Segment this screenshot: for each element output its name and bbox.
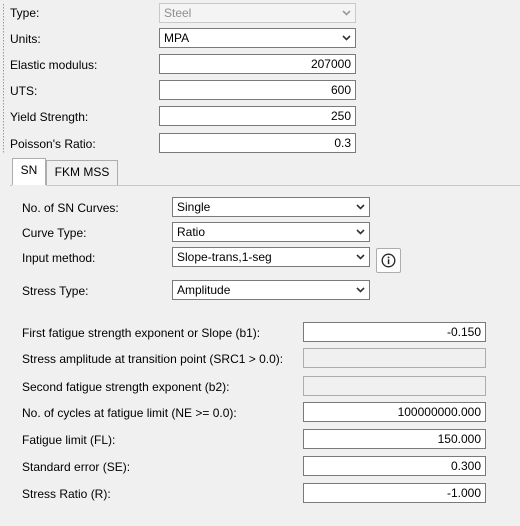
elastic-modulus-label: Elastic modulus: xyxy=(10,58,98,72)
fatigue-limit-input[interactable]: 150.000 xyxy=(303,429,486,449)
uts-input[interactable]: 600 xyxy=(159,80,356,100)
type-select[interactable]: Steel xyxy=(159,3,356,23)
sn-curves-label: No. of SN Curves: xyxy=(22,201,119,215)
type-value: Steel xyxy=(164,6,192,20)
stress-ratio-input[interactable]: -1.000 xyxy=(303,483,486,503)
chevron-down-icon[interactable] xyxy=(353,224,368,240)
src1-label: Stress amplitude at transition point (SR… xyxy=(22,352,284,366)
sn-curves-select[interactable]: Single xyxy=(172,197,370,217)
units-label: Units: xyxy=(10,32,41,46)
sn-curves-value: Single xyxy=(177,200,211,214)
tab-sn[interactable]: SN xyxy=(12,158,46,185)
ne-input[interactable]: 100000000.000 xyxy=(303,402,486,422)
poissons-ratio-input[interactable]: 0.3 xyxy=(159,133,356,153)
fatigue-limit-label: Fatigue limit (FL): xyxy=(22,433,116,447)
b2-input[interactable] xyxy=(303,376,486,396)
ne-label: No. of cycles at fatigue limit (NE >= 0.… xyxy=(22,406,237,420)
curve-type-value: Ratio xyxy=(177,225,206,239)
tab-fkm-mss[interactable]: FKM MSS xyxy=(46,160,118,185)
units-value: MPA xyxy=(164,31,190,45)
stress-ratio-label: Stress Ratio (R): xyxy=(22,487,111,501)
stress-type-select[interactable]: Amplitude xyxy=(172,280,370,300)
yield-strength-input[interactable]: 250 xyxy=(159,106,356,126)
b2-label: Second fatigue strength exponent (b2): xyxy=(22,380,230,394)
standard-error-label: Standard error (SE): xyxy=(22,460,131,474)
chevron-down-icon[interactable] xyxy=(353,249,368,265)
chevron-down-icon[interactable] xyxy=(353,199,368,215)
tab-fkm-mss-label: FKM MSS xyxy=(54,165,110,179)
input-method-value: Slope-trans,1-seg xyxy=(177,250,272,264)
b1-label: First fatigue strength exponent or Slope… xyxy=(22,326,261,340)
uts-label: UTS: xyxy=(10,84,38,98)
curve-type-select[interactable]: Ratio xyxy=(172,222,370,242)
standard-error-input[interactable]: 0.300 xyxy=(303,456,486,476)
input-method-select[interactable]: Slope-trans,1-seg xyxy=(172,247,370,267)
stress-type-label: Stress Type: xyxy=(22,284,89,298)
curve-type-label: Curve Type: xyxy=(22,226,87,240)
type-label: Type: xyxy=(10,6,40,20)
yield-strength-label: Yield Strength: xyxy=(10,110,89,124)
tree-guide-line xyxy=(3,4,4,154)
chevron-down-icon[interactable] xyxy=(339,5,354,21)
chevron-down-icon[interactable] xyxy=(353,282,368,298)
units-select[interactable]: MPA xyxy=(159,28,356,48)
info-icon xyxy=(381,253,396,268)
b1-input[interactable]: -0.150 xyxy=(303,322,486,342)
tab-sn-label: SN xyxy=(20,163,38,177)
poissons-ratio-label: Poisson's Ratio: xyxy=(10,137,96,151)
chevron-down-icon[interactable] xyxy=(339,30,354,46)
info-button[interactable] xyxy=(376,248,401,273)
input-method-label: Input method: xyxy=(22,251,96,265)
stress-type-value: Amplitude xyxy=(177,283,231,297)
elastic-modulus-input[interactable]: 207000 xyxy=(159,54,356,74)
tab-strip-divider-left xyxy=(10,185,12,186)
src1-input[interactable] xyxy=(303,348,486,368)
tab-strip-divider xyxy=(46,185,520,186)
